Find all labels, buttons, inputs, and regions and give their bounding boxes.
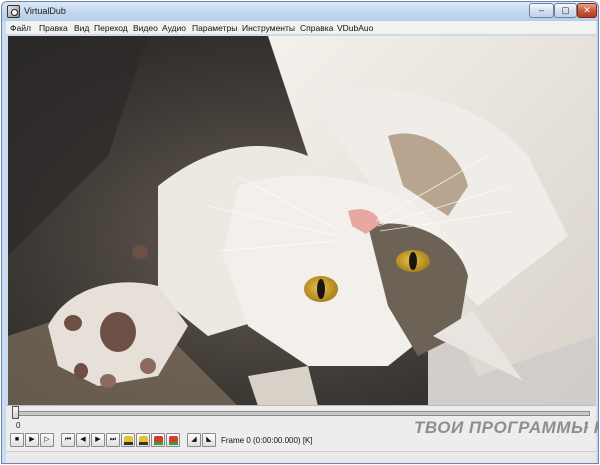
- mark-in-icon[interactable]: ◢: [187, 433, 201, 447]
- play-input-icon[interactable]: ▶: [25, 433, 39, 447]
- end-icon[interactable]: ⏭: [106, 433, 120, 447]
- control-panel: 0 1 ТВОИ ПРОГРАММЫ РУ ■ ▶ ▷ ⏮ ◀ ▶ ⏭ ◢ ◣: [6, 405, 599, 463]
- scene-forward-icon[interactable]: [166, 433, 180, 447]
- watermark: ТВОИ ПРОГРАММЫ РУ: [414, 418, 599, 437]
- mark-out-icon[interactable]: ◣: [202, 433, 216, 447]
- play-output-icon[interactable]: ▷: [40, 433, 54, 447]
- menu-help[interactable]: Справка: [300, 23, 333, 33]
- prev-frame-icon[interactable]: ◀: [76, 433, 90, 447]
- menu-view[interactable]: Вид: [74, 23, 89, 33]
- menu-bar: Файл Правка Вид Переход Видео Аудио Пара…: [6, 21, 596, 35]
- menu-video[interactable]: Видео: [133, 23, 158, 33]
- menu-go[interactable]: Переход: [94, 23, 128, 33]
- kitten-photo: [8, 36, 596, 406]
- prev-keyframe-icon[interactable]: [121, 433, 135, 447]
- timeline-start-label: 0: [16, 421, 21, 430]
- next-frame-icon[interactable]: ▶: [91, 433, 105, 447]
- stop-icon[interactable]: ■: [10, 433, 24, 447]
- timeline-thumb[interactable]: [12, 406, 19, 419]
- minimize-button[interactable]: ‒: [529, 3, 554, 18]
- timeline-track[interactable]: [14, 411, 590, 416]
- status-bar: [6, 451, 596, 463]
- menu-vdubauo[interactable]: VDubAuo: [337, 23, 373, 33]
- window-title: VirtualDub: [24, 6, 66, 16]
- next-keyframe-icon[interactable]: [136, 433, 150, 447]
- start-icon[interactable]: ⏮: [61, 433, 75, 447]
- menu-edit[interactable]: Правка: [39, 23, 68, 33]
- app-icon[interactable]: [7, 5, 20, 18]
- scene-back-icon[interactable]: [151, 433, 165, 447]
- menu-file[interactable]: Файл: [10, 23, 31, 33]
- video-preview: [8, 36, 596, 406]
- maximize-button[interactable]: ▢: [554, 3, 577, 18]
- menu-options[interactable]: Параметры: [192, 23, 237, 33]
- close-button[interactable]: ✕: [577, 3, 597, 18]
- menu-tools[interactable]: Инструменты: [242, 23, 295, 33]
- title-bar: VirtualDub ‒ ▢ ✕: [2, 2, 598, 21]
- frame-indicator: Frame 0 (0:00:00.000) [K]: [221, 436, 313, 445]
- menu-audio[interactable]: Аудио: [162, 23, 186, 33]
- app-window: VirtualDub ‒ ▢ ✕ Файл Правка Вид Переход…: [1, 1, 599, 464]
